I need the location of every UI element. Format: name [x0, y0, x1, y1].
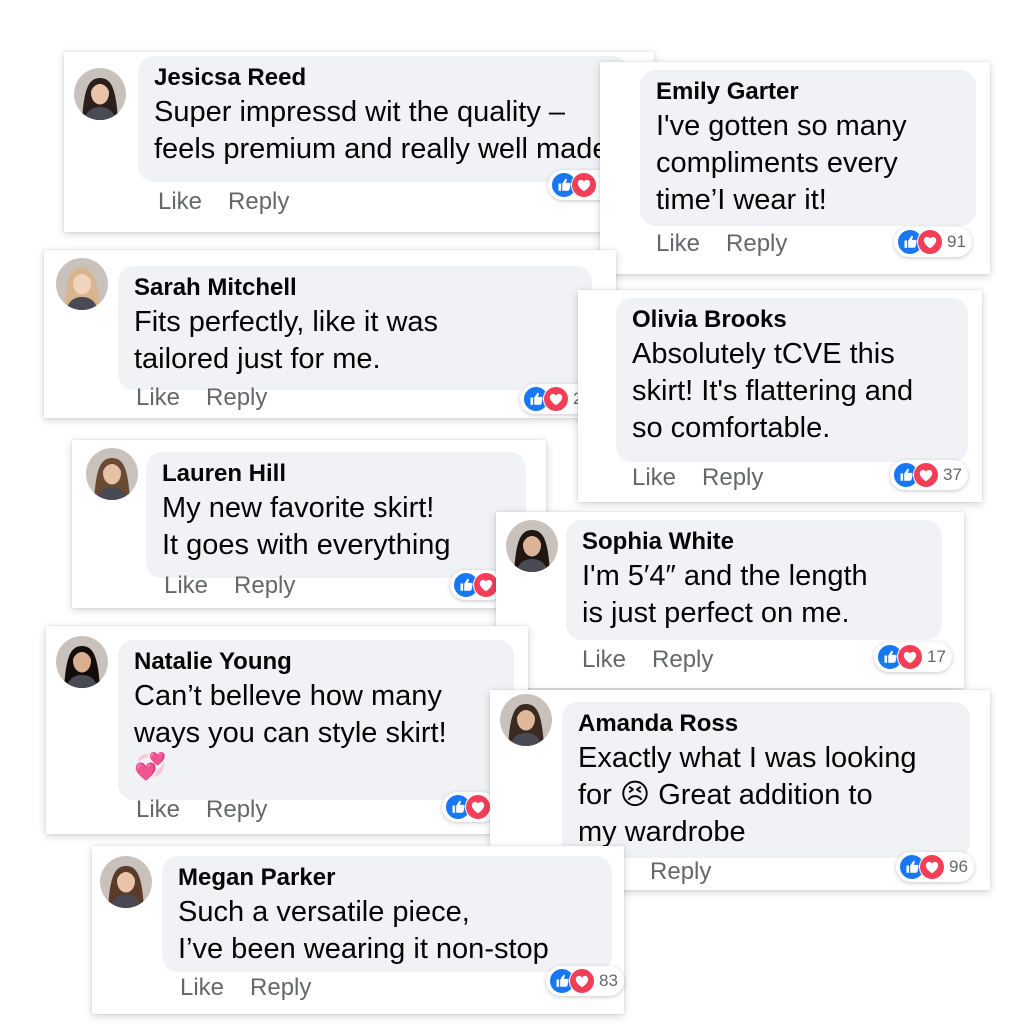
comment-bubble: Sarah Mitchell Fits perfectly, like it wa… — [118, 266, 592, 390]
like-button[interactable]: Like — [136, 796, 180, 824]
comment-emoji: 💞 — [134, 752, 167, 782]
comment-actions: Like Reply — [656, 230, 787, 258]
reaction-count: 37 — [943, 465, 962, 484]
reaction-count: 96 — [949, 857, 968, 876]
like-button[interactable]: Like — [656, 230, 700, 258]
commenter-name[interactable]: Emily Garter — [656, 78, 960, 106]
commenter-name[interactable]: Megan Parker — [178, 864, 596, 892]
comment-actions: Like Reply — [158, 188, 289, 216]
avatar[interactable] — [100, 856, 152, 908]
heart-icon — [569, 968, 595, 994]
avatar[interactable] — [74, 68, 126, 120]
comment-text: I've gotten so many compliments every ti… — [656, 110, 907, 216]
reaction-summary[interactable]: 83 — [546, 966, 624, 996]
commenter-name[interactable]: Jesicsa Reed — [154, 64, 612, 92]
comment-text: My new favorite skirt! It goes with ever… — [162, 492, 451, 561]
avatar[interactable] — [86, 448, 138, 500]
commenter-name[interactable]: Lauren Hill — [162, 460, 510, 488]
heart-icon — [917, 229, 943, 255]
comment-text: Absolutely tCVE this skirt! It's flatter… — [632, 338, 914, 444]
reply-button[interactable]: Reply — [250, 974, 311, 1002]
comment-actions: Like Reply — [164, 572, 295, 600]
comment-bubble: Olivia Brooks Absolutely tCVE this skirt!… — [616, 298, 968, 462]
comment-text: Fits perfectly, like it was tailored jus… — [134, 306, 439, 375]
like-button[interactable]: Like — [632, 464, 676, 492]
comment-actions: Like Reply — [136, 384, 267, 412]
commenter-name[interactable]: Natalie Young — [134, 648, 498, 676]
comment-text: Such a versatile piece, I’ve been wearin… — [178, 896, 549, 965]
comment-text: Exactly what I was looking for 😣 Great a… — [578, 742, 917, 848]
avatar[interactable] — [500, 694, 552, 746]
heart-icon — [571, 172, 597, 198]
comment-bubble: Natalie Young Can’t belleve how many ways… — [118, 640, 514, 800]
heart-icon — [919, 854, 945, 880]
reaction-count: 83 — [599, 971, 618, 990]
comment-bubble: Megan Parker Such a versatile piece, I’ve… — [162, 856, 612, 972]
commenter-name[interactable]: Sophia White — [582, 528, 926, 556]
like-button[interactable]: Like — [582, 646, 626, 674]
reaction-summary[interactable]: 91 — [894, 227, 972, 257]
like-button[interactable]: Like — [136, 384, 180, 412]
comments-collage: Jesicsa Reed Super impressd wit the quali… — [0, 0, 1024, 1024]
avatar[interactable] — [56, 636, 108, 688]
comment-bubble: Amanda Ross Exactly what I was looking fo… — [562, 702, 970, 858]
comment-bubble: Lauren Hill My new favorite skirt! It goe… — [146, 452, 526, 578]
commenter-name[interactable]: Sarah Mitchell — [134, 274, 576, 302]
reaction-summary[interactable] — [442, 792, 497, 822]
reaction-count: 17 — [927, 647, 946, 666]
heart-icon — [913, 462, 939, 488]
reply-button[interactable]: Reply — [228, 188, 289, 216]
commenter-name[interactable]: Olivia Brooks — [632, 306, 952, 334]
reply-button[interactable]: Reply — [206, 384, 267, 412]
reaction-count: 91 — [947, 232, 966, 251]
comment-actions: Like Reply — [136, 796, 267, 824]
comment-bubble: Emily Garter I've gotten so many complime… — [640, 70, 976, 226]
avatar[interactable] — [56, 258, 108, 310]
like-button[interactable]: Like — [164, 572, 208, 600]
comment-actions: Like Reply — [632, 464, 763, 492]
comment-text: Super impressd wit the quality – feels p… — [154, 96, 609, 165]
heart-icon — [897, 644, 923, 670]
heart-icon — [543, 386, 569, 412]
comment-actions: Like Reply — [180, 974, 311, 1002]
reply-button[interactable]: Reply — [206, 796, 267, 824]
reply-button[interactable]: Reply — [652, 646, 713, 674]
comment-text: I'm 5′4″ and the length is just perfect … — [582, 560, 868, 629]
comment-text: Can’t belleve how many ways you can styl… — [134, 680, 447, 749]
reply-button[interactable]: Reply — [234, 572, 295, 600]
like-button[interactable]: Like — [158, 188, 202, 216]
heart-icon — [465, 794, 491, 820]
reaction-summary[interactable]: 96 — [896, 852, 974, 882]
reply-button[interactable]: Reply — [702, 464, 763, 492]
avatar[interactable] — [506, 520, 558, 572]
comment-bubble: Jesicsa Reed Super impressd wit the quali… — [138, 56, 628, 182]
commenter-name[interactable]: Amanda Ross — [578, 710, 954, 738]
reply-button[interactable]: Reply — [650, 858, 711, 886]
comment-bubble: Sophia White I'm 5′4″ and the length is j… — [566, 520, 942, 640]
reply-button[interactable]: Reply — [726, 230, 787, 258]
reaction-summary[interactable]: 37 — [890, 460, 968, 490]
like-button[interactable]: Like — [180, 974, 224, 1002]
comment-actions: Like Reply — [582, 646, 713, 674]
reaction-summary[interactable]: 17 — [874, 642, 952, 672]
